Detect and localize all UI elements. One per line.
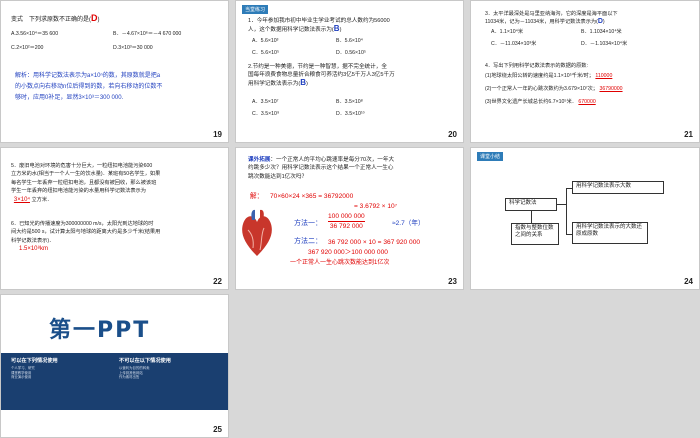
logo: 第一PPT [49, 318, 151, 343]
q1-option-c: C．5.6×10⁵ [252, 50, 280, 56]
q3-option-c: C．－11.034×10³米 [491, 41, 537, 47]
q2-option-b: B．3.5×10⁸ [336, 99, 363, 105]
slide-23[interactable]: 课外拓展：一个正常人的平均心跳速率是每分70次，一年大 约跳多少次？用科学记数法… [235, 147, 464, 290]
question-text: 变式 下列求原数不正确的是(D) [11, 13, 100, 24]
q6-answer: 1.5×10⁸km [19, 246, 49, 253]
slide-number: 25 [213, 425, 222, 434]
method-1-fraction: 100 000 000 36 792 000 [328, 213, 365, 230]
forbidden-list: 以营利为目的的转卖 上传到其他网站 作为素材出售 [119, 366, 150, 380]
section-tag: 课堂小结 [477, 152, 504, 161]
q3-option-b: B．1.1034×10⁴米 [581, 29, 622, 35]
slide-21[interactable]: 3．太平洋最深处是马里亚纳海沟，它的深度是海平面以下 11034米，记为－110… [470, 0, 700, 143]
q4-part-3: (3)世界文化遗产长城总长约6.7×10⁵米． 670000 [485, 99, 596, 105]
q2-option-d: D．3.5×10¹⁰ [336, 111, 365, 117]
q1-option-b: B．5.6×10⁴ [336, 38, 363, 44]
slide-number: 21 [684, 130, 693, 139]
option-b: B．－4.67×10⁶＝－4 670 000 [113, 31, 182, 37]
forbidden-title: 不可以在以下情况使用 [119, 358, 171, 364]
solution-line-1: 70×60×24 ×365 = 36792000 [270, 193, 354, 200]
allowed-title: 可以在下列情况使用 [11, 358, 58, 364]
section-tag: 当堂练习 [242, 5, 269, 14]
slide-22[interactable]: 5．废旧电池对环境的危害十分巨大，一粒纽扣电池能污染600 立方米的水(相当于一… [0, 147, 229, 290]
method-1-result: ≈2.7（年） [392, 220, 425, 227]
question-1: 1．今年参加我市初中毕业生学业考试的总人数约为56000 人，这个数据用科学记数… [248, 18, 390, 33]
question-6: 6．已知光的传播速度为300000000 m/s，太阳光到达地球的时 间大约是5… [11, 221, 161, 253]
heart-icon [242, 209, 272, 256]
slide-20[interactable]: 当堂练习 1．今年参加我市初中毕业生学业考试的总人数约为56000 人，这个数据… [235, 0, 464, 143]
connector [566, 188, 567, 234]
q4-part-2: (2)一个正常人一年的心跳次数约为3.679×10⁷次； 36790000 [485, 86, 623, 92]
mindmap-branch-1: 用科学记数法表示大数 [572, 181, 664, 194]
slide-25[interactable]: 第一PPT 可以在下列情况使用 不可以在以下情况使用 个人学习、研究 课堂教学使… [0, 294, 229, 438]
connector [557, 204, 566, 205]
slide-number: 19 [213, 130, 222, 139]
option-c: C.2×10²＝200 [11, 45, 44, 51]
slide-24[interactable]: 课堂小结 科学记数法 用科学记数法表示大数 用科学记数法表示的大数还原成原数 指… [470, 147, 700, 290]
mindmap-root: 科学记数法 [505, 198, 557, 211]
usage-panel: 可以在下列情况使用 不可以在以下情况使用 个人学习、研究 课堂教学使用 商业演示… [1, 353, 228, 410]
solution-label: 解： [250, 193, 264, 200]
method-2-line-2: 367 920 000＞100 000 000 [308, 249, 388, 256]
q3-option-d: D．－1.1034×10⁴米 [581, 41, 628, 47]
slide-number: 22 [213, 277, 222, 286]
method-1-label: 方法一： [294, 220, 322, 227]
q2-option-c: C．3.5×10⁹ [252, 111, 280, 117]
option-a: A.3.56×10⁴＝35 600 [11, 31, 59, 37]
conclusion: 一个正常人一生心跳次数能达到1亿次 [290, 260, 390, 266]
q3-option-a: A．1.1×10⁴米 [491, 29, 524, 35]
section-tag: 课外拓展 [248, 157, 271, 163]
q1-option-d: D．0.56×10⁵ [336, 50, 366, 56]
solution-line-2: = 3.6792 × 10⁷ [354, 203, 398, 210]
q1-option-a: A．5.6×10³ [252, 38, 279, 44]
intro-text: 课外拓展：一个正常人的平均心跳速率是每分70次，一年大 约跳多少次？用科学记数法… [248, 157, 395, 180]
explanation: 解析：用科学记数法表示为a×10ⁿ的数，其原数就是把a 的小数点向右移动n位后得… [15, 73, 163, 101]
q2-option-a: A．3.5×10⁷ [252, 99, 279, 105]
slide-19[interactable]: 变式 下列求原数不正确的是(D) A.3.56×10⁴＝35 600 B．－4.… [0, 0, 229, 143]
question-3: 3．太平洋最深处是马里亚纳海沟，它的深度是海平面以下 11034米，记为－110… [485, 11, 618, 26]
option-d: D.3×10³＝30 000 [113, 45, 153, 51]
method-2-line-1: 36 792 000 × 10 = 367 920 000 [328, 239, 421, 246]
method-2-label: 方法二： [294, 238, 322, 245]
mindmap-branch-2: 用科学记数法表示的大数还原成原数 [572, 222, 648, 244]
q4-part-1: (1)地球绕太阳公转的速度约是1.1×10⁵千米/时； 110000 [485, 73, 613, 79]
mindmap-branch-3: 指数与整数位数之间的关系 [511, 223, 559, 245]
question-5: 5．废旧电池对环境的危害十分巨大，一粒纽扣电池能污染600 立方米的水(相当于一… [11, 163, 161, 203]
allowed-list: 个人学习、研究 课堂教学使用 商业演示使用 [11, 366, 35, 380]
question-2: 2.节约是一种美德，节约是一种智慧，据不完全统计，全 国每年浪费食物总量折合粮食… [248, 64, 395, 87]
slide-number: 23 [448, 277, 457, 286]
slide-number: 24 [684, 277, 693, 286]
slide-number: 20 [448, 130, 457, 139]
branding-area: 第一PPT [1, 295, 228, 353]
connector [531, 211, 532, 223]
question-4: 4．写出下列用科学记数法表示的数据的原数: [485, 63, 588, 69]
